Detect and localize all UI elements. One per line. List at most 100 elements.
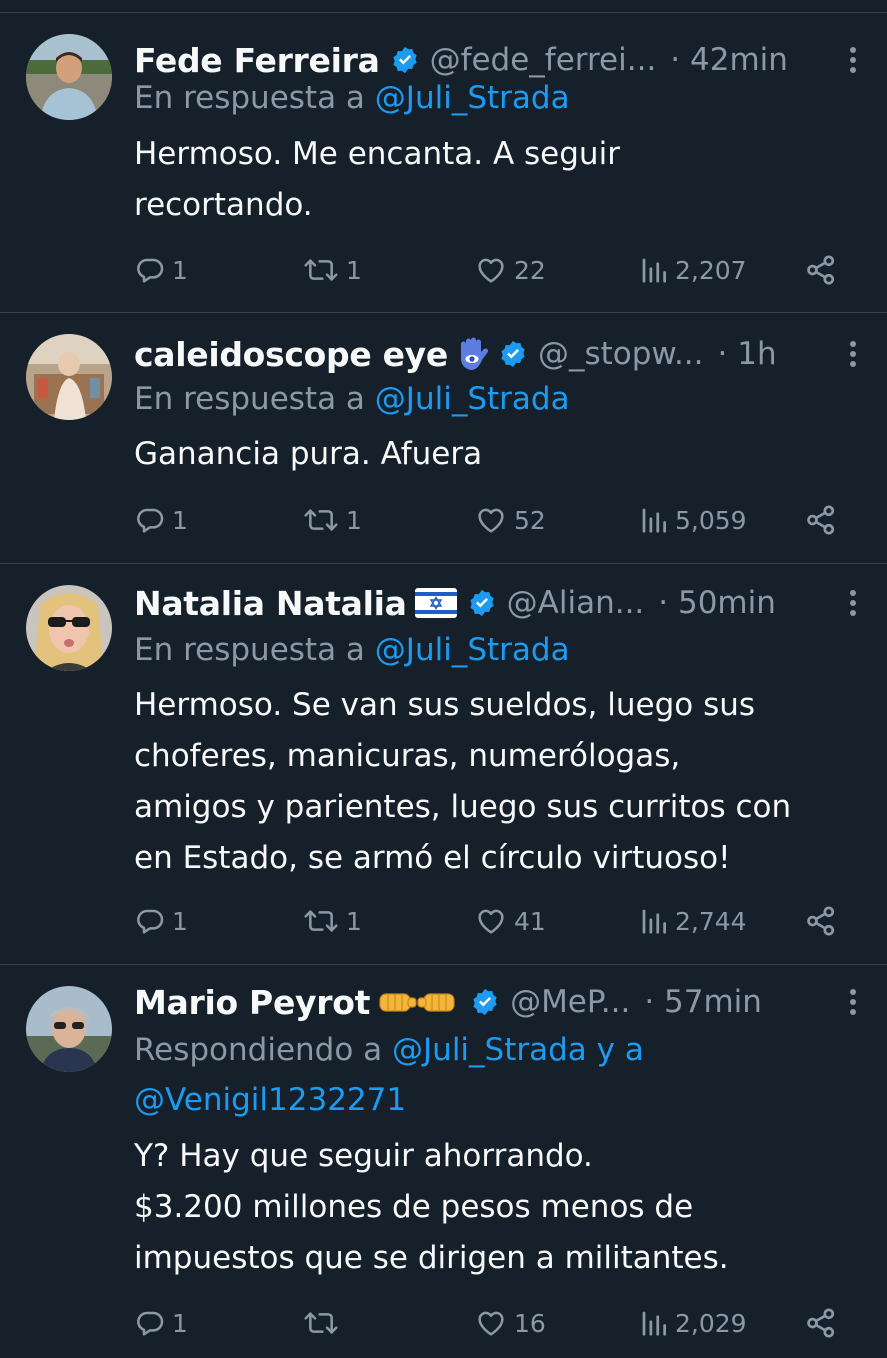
avatar[interactable] — [26, 986, 112, 1072]
tweet-text: Ganancia pura. Afuera — [134, 429, 867, 480]
like-button[interactable]: 22 — [474, 250, 546, 290]
share-button[interactable] — [804, 901, 838, 941]
retweet-icon — [302, 905, 340, 937]
tweet-item[interactable]: caleidoscope eye @_stopw... · 1h En resp… — [0, 313, 887, 564]
tweet-header: caleidoscope eye @_stopw... · 1h — [134, 330, 857, 378]
display-name[interactable]: caleidoscope eye — [134, 335, 448, 374]
tweet-actions: 1 1 41 2,744 — [134, 901, 847, 941]
tweet-item[interactable]: Natalia Natalia @Alian... · 50min En res… — [0, 564, 887, 965]
retweet-button[interactable]: 1 — [302, 500, 362, 540]
more-options-icon[interactable] — [847, 45, 859, 75]
share-icon — [804, 1306, 838, 1340]
avatar[interactable] — [26, 34, 112, 120]
tweet-text: Y? Hay que seguir ahorrando. $3.200 mill… — [134, 1131, 867, 1284]
more-options-icon[interactable] — [847, 339, 859, 369]
like-count: 41 — [514, 906, 546, 936]
reply-prefix: Respondiendo a — [134, 1032, 383, 1068]
user-handle[interactable]: @Alian... — [507, 585, 645, 621]
more-options-icon[interactable] — [847, 588, 859, 618]
verified-badge-icon — [390, 45, 420, 75]
reply-context: En respuesta a @Juli_Strada — [134, 625, 847, 675]
heart-icon — [474, 504, 508, 536]
reply-icon — [134, 1307, 166, 1339]
views-count: 2,744 — [675, 906, 747, 936]
reply-button[interactable]: 1 — [134, 500, 188, 540]
user-handle[interactable]: @_stopw... — [538, 336, 704, 372]
reply-button[interactable]: 1 — [134, 250, 188, 290]
views-button[interactable]: 2,029 — [639, 1303, 747, 1343]
tweet-text: Hermoso. Me encanta. A seguir recortando… — [134, 129, 867, 231]
share-icon — [804, 503, 838, 537]
tweet-text-line: Y? Hay que seguir ahorrando. — [134, 1138, 593, 1174]
reply-mention-link[interactable]: @Juli_Strada — [375, 381, 570, 417]
retweet-icon — [302, 254, 340, 286]
views-count: 2,029 — [675, 1308, 747, 1338]
share-button[interactable] — [804, 1303, 838, 1343]
retweet-count: 1 — [346, 505, 362, 535]
tweet-text: Hermoso. Se van sus sueldos, luego sus c… — [134, 680, 867, 884]
views-button[interactable]: 5,059 — [639, 500, 747, 540]
reply-button[interactable]: 1 — [134, 901, 188, 941]
views-button[interactable]: 2,207 — [639, 250, 747, 290]
views-button[interactable]: 2,744 — [639, 901, 747, 941]
heart-icon — [474, 254, 508, 286]
tweet-text-line: $3.200 millones de pesos menos de — [134, 1189, 694, 1225]
fist-bump-icons — [378, 987, 460, 1017]
tweet-actions: 1 16 2,029 — [134, 1303, 847, 1343]
avatar[interactable] — [26, 334, 112, 420]
display-name[interactable]: Natalia Natalia — [134, 584, 407, 623]
avatar[interactable] — [26, 585, 112, 671]
share-button[interactable] — [804, 500, 838, 540]
tweet-header: Mario Peyrot @MeP... · 57min — [134, 978, 857, 1026]
reply-feed: Fede Ferreira @fede_ferrei... · 42min En… — [0, 0, 887, 1358]
reply-button[interactable]: 1 — [134, 1303, 188, 1343]
tweet-actions: 1 1 52 5,059 — [134, 500, 847, 540]
timestamp[interactable]: · 57min — [644, 984, 762, 1020]
verified-badge-icon — [470, 987, 500, 1017]
more-options-icon[interactable] — [847, 987, 859, 1017]
tweet-text-line: en Estado, se armó el círculo virtuoso! — [134, 840, 731, 876]
tweet-item[interactable]: Fede Ferreira @fede_ferrei... · 42min En… — [0, 13, 887, 313]
verified-badge-icon — [498, 339, 528, 369]
reply-mention-link[interactable]: @Juli_Strada — [375, 80, 570, 116]
like-button[interactable]: 41 — [474, 901, 546, 941]
retweet-button[interactable] — [302, 1303, 346, 1343]
tweet-item[interactable]: Mario Peyrot @MeP... · 57min Respondiend… — [0, 965, 887, 1358]
share-icon — [804, 253, 838, 287]
like-count: 22 — [514, 255, 546, 285]
views-chart-icon — [639, 254, 669, 286]
hamsa-hand-icon — [456, 336, 488, 372]
like-count: 16 — [514, 1308, 546, 1338]
tweet-text-line: amigos y parientes, luego sus curritos c… — [134, 789, 792, 825]
retweet-count: 1 — [346, 906, 362, 936]
reply-context: Respondiendo a @Juli_Strada y a @Venigil… — [134, 1025, 847, 1125]
heart-icon — [474, 905, 508, 937]
tweet-text-line: Ganancia pura. Afuera — [134, 436, 483, 472]
reply-count: 1 — [172, 255, 188, 285]
retweet-button[interactable]: 1 — [302, 901, 362, 941]
heart-icon — [474, 1307, 508, 1339]
reply-prefix: En respuesta a — [134, 381, 365, 417]
like-button[interactable]: 16 — [474, 1303, 546, 1343]
share-icon — [804, 904, 838, 938]
reply-mention-link[interactable]: @Juli_Strada — [375, 632, 570, 668]
timestamp[interactable]: · 50min — [658, 585, 776, 621]
tweet-text-line: impuestos que se dirigen a militantes. — [134, 1240, 729, 1276]
timestamp[interactable]: · 1h — [718, 336, 777, 372]
retweet-button[interactable]: 1 — [302, 250, 362, 290]
retweet-count: 1 — [346, 255, 362, 285]
display-name[interactable]: Mario Peyrot — [134, 983, 370, 1022]
views-count: 5,059 — [675, 505, 747, 535]
israel-flag-icon — [414, 588, 457, 618]
reply-mention-link[interactable]: @Venigil1232271 — [134, 1075, 847, 1125]
views-chart-icon — [639, 1307, 669, 1339]
reply-prefix: En respuesta a — [134, 632, 365, 668]
reply-mention-link[interactable]: @Juli_Strada y a — [392, 1032, 644, 1068]
tweet-header: Natalia Natalia @Alian... · 50min — [134, 579, 857, 627]
tweet-text-line: choferes, manicuras, numerólogas, — [134, 738, 681, 774]
share-button[interactable] — [804, 250, 838, 290]
like-button[interactable]: 52 — [474, 500, 546, 540]
user-handle[interactable]: @MeP... — [510, 984, 630, 1020]
views-chart-icon — [639, 504, 669, 536]
reply-context: En respuesta a @Juli_Strada — [134, 73, 847, 123]
